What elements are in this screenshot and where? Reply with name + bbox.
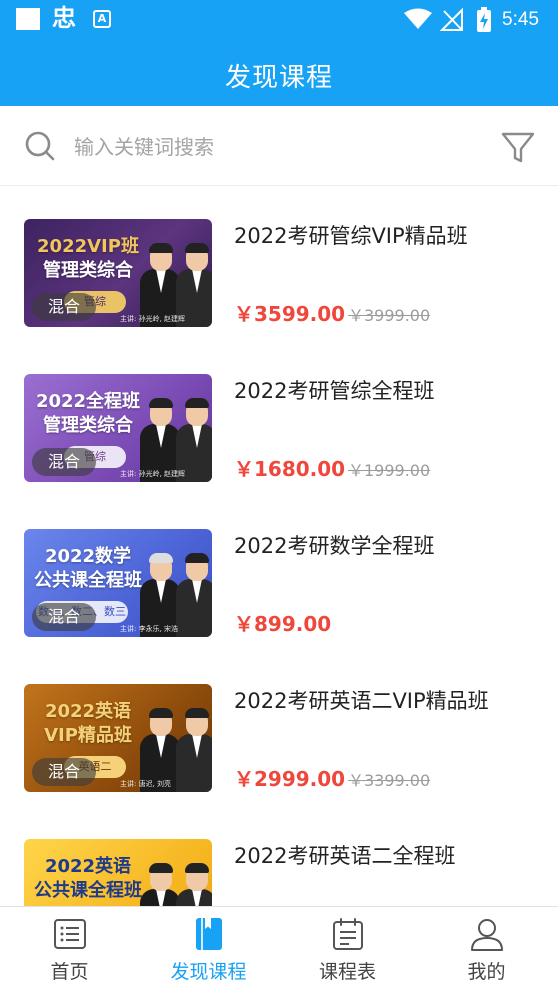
delivery-mode-badge: 混合 <box>32 448 96 476</box>
course-thumbnail[interactable]: 2022VIP班 管理类综合 主讲: 孙光岭, 赵建辉 管综 混合 <box>24 219 212 327</box>
course-item[interactable]: 2022数学 公共课全程班 主讲: 李永乐, 宋浩 数一、数二、数三 混合 20… <box>0 497 558 652</box>
discover-courses-icon <box>196 918 222 950</box>
course-price: ￥2999.00 <box>234 767 346 791</box>
delivery-mode-badge: 混合 <box>32 758 96 786</box>
course-title[interactable]: 2022考研管综VIP精品班 <box>234 221 468 251</box>
title-bar: 发现课程 <box>0 40 558 106</box>
notification-square-icon <box>16 8 40 30</box>
course-title[interactable]: 2022考研管综全程班 <box>234 376 434 406</box>
course-original-price: ￥3399.00 <box>348 771 431 790</box>
tab-label: 课程表 <box>318 961 376 983</box>
thumbnail-heading: 2022VIP班 管理类综合 <box>37 236 139 281</box>
course-thumbnail[interactable]: 2022英语 公共课全程班 <box>24 839 212 906</box>
course-title[interactable]: 2022考研英语二VIP精品班 <box>234 686 489 716</box>
course-thumbnail[interactable]: 2022英语 VIP精品班 主讲: 唐迟, 刘亮 英语二 混合 <box>24 684 212 792</box>
course-price: ￥1680.00 <box>234 457 346 481</box>
course-thumbnail[interactable]: 2022全程班 管理类综合 主讲: 孙光岭, 赵建辉 管综 混合 <box>24 374 212 482</box>
bottom-navigation: 首页 发现课程 课程表 我的 <box>0 906 558 992</box>
course-list: 2022VIP班 管理类综合 主讲: 孙光岭, 赵建辉 管综 混合 2022考研… <box>0 187 558 906</box>
tab-home[interactable]: 首页 <box>0 907 139 993</box>
clock: 5:45 <box>502 9 539 30</box>
lecturer-names: 主讲: 唐迟, 刘亮 <box>120 780 172 788</box>
search-bar <box>0 106 558 186</box>
tab-label: 发现课程 <box>170 961 247 983</box>
thumbnail-heading: 2022全程班 管理类综合 <box>35 391 141 436</box>
filter-icon[interactable] <box>500 130 536 166</box>
battery-charging-icon <box>477 7 491 32</box>
tab-discover-courses[interactable]: 发现课程 <box>139 907 278 993</box>
thumbnail-heading: 2022英语 公共课全程班 <box>34 856 142 901</box>
search-input[interactable] <box>74 130 474 164</box>
tab-schedule[interactable]: 课程表 <box>278 907 417 993</box>
thumbnail-heading: 2022英语 VIP精品班 <box>44 701 132 746</box>
course-price: ￥899.00 <box>234 612 332 636</box>
search-icon[interactable] <box>24 130 56 162</box>
lecturer-names: 主讲: 李永乐, 宋浩 <box>120 625 179 633</box>
a-badge-icon: A <box>93 10 111 28</box>
course-item[interactable]: 2022英语 公共课全程班 2022考研英语二全程班 <box>0 807 558 906</box>
tab-label: 我的 <box>467 961 506 983</box>
course-title[interactable]: 2022考研数学全程班 <box>234 531 434 561</box>
lecturer-photo <box>176 708 212 792</box>
course-title[interactable]: 2022考研英语二全程班 <box>234 841 455 871</box>
lecturer-photo <box>176 863 212 906</box>
no-signal-icon <box>440 8 463 31</box>
course-item[interactable]: 2022英语 VIP精品班 主讲: 唐迟, 刘亮 英语二 混合 2022考研英语… <box>0 652 558 807</box>
course-thumbnail[interactable]: 2022数学 公共课全程班 主讲: 李永乐, 宋浩 数一、数二、数三 混合 <box>24 529 212 637</box>
lecturer-names: 主讲: 孙光岭, 赵建辉 <box>120 470 186 478</box>
app-notification-icon: 忠 <box>52 4 76 32</box>
tab-profile[interactable]: 我的 <box>417 907 556 993</box>
delivery-mode-badge: 混合 <box>32 293 96 321</box>
wifi-icon <box>404 8 432 29</box>
thumbnail-heading: 2022数学 公共课全程班 <box>34 546 142 591</box>
course-item[interactable]: 2022全程班 管理类综合 主讲: 孙光岭, 赵建辉 管综 混合 2022考研管… <box>0 342 558 497</box>
course-original-price: ￥3999.00 <box>348 306 431 325</box>
home-icon <box>54 919 86 949</box>
status-bar: 忠 A 5:45 <box>0 0 558 40</box>
course-item[interactable]: 2022VIP班 管理类综合 主讲: 孙光岭, 赵建辉 管综 混合 2022考研… <box>0 187 558 342</box>
lecturer-names: 主讲: 孙光岭, 赵建辉 <box>120 315 186 323</box>
page-title: 发现课程 <box>224 63 333 93</box>
tab-label: 首页 <box>50 961 89 983</box>
course-original-price: ￥1999.00 <box>348 461 431 480</box>
schedule-icon <box>333 918 363 950</box>
lecturer-photo <box>140 863 180 906</box>
profile-icon <box>471 919 503 951</box>
lecturer-photo <box>176 553 212 637</box>
delivery-mode-badge: 混合 <box>32 603 96 631</box>
course-price: ￥3599.00 <box>234 302 346 326</box>
